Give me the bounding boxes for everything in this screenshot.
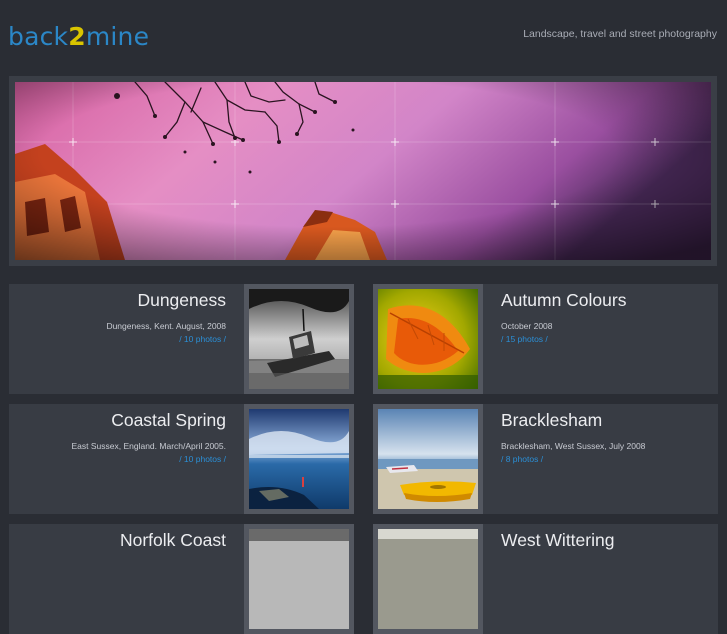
gallery-meta: Dungeness, Kent. August, 2008 bbox=[106, 321, 226, 331]
gallery-thumbnail[interactable] bbox=[373, 404, 483, 514]
gallery-title[interactable]: Bracklesham bbox=[501, 410, 711, 431]
banner-image bbox=[15, 82, 711, 260]
gallery-card-coastal-spring: Coastal Spring East Sussex, England. Mar… bbox=[9, 404, 354, 514]
gallery-photo-count[interactable]: / 10 photos / bbox=[9, 454, 226, 464]
thumbnail-bracklesham bbox=[378, 409, 478, 509]
logo-suffix: mine bbox=[85, 22, 150, 51]
gallery-title[interactable]: West Wittering bbox=[501, 530, 711, 551]
thumbnail-coastal-spring bbox=[249, 409, 349, 509]
gallery-title[interactable]: Coastal Spring bbox=[9, 410, 226, 431]
thumbnail-dungeness bbox=[249, 289, 349, 389]
gallery-thumbnail[interactable] bbox=[373, 284, 483, 394]
gallery-card-autumn-colours: Autumn Colours October 2008 / 15 photos … bbox=[373, 284, 718, 394]
gallery-title[interactable]: Dungeness bbox=[9, 290, 226, 311]
gallery-card-norfolk-coast: Norfolk Coast bbox=[9, 524, 354, 634]
gallery-card-west-wittering: West Wittering bbox=[373, 524, 718, 634]
gallery-photo-count[interactable]: / 15 photos / bbox=[501, 334, 711, 344]
site-header: back2mine Landscape, travel and street p… bbox=[0, 0, 727, 75]
thumbnail-autumn-colours bbox=[378, 289, 478, 389]
gallery-title[interactable]: Autumn Colours bbox=[501, 290, 711, 311]
gallery-meta: October 2008 bbox=[501, 321, 553, 331]
site-tagline: Landscape, travel and street photography bbox=[523, 28, 717, 40]
gallery-info: Dungeness Dungeness, Kent. August, 2008 … bbox=[9, 284, 226, 394]
gallery-thumbnail[interactable] bbox=[244, 404, 354, 514]
gallery-meta: East Sussex, England. March/April 2005. bbox=[71, 441, 227, 451]
site-logo[interactable]: back2mine bbox=[8, 22, 149, 51]
thumbnail-norfolk-coast bbox=[249, 529, 349, 629]
gallery-thumbnail[interactable] bbox=[244, 524, 354, 634]
gallery-info: Autumn Colours October 2008 / 15 photos … bbox=[501, 284, 711, 394]
thumbnail-west-wittering bbox=[378, 529, 478, 629]
gallery-thumbnail[interactable] bbox=[244, 284, 354, 394]
gallery-title[interactable]: Norfolk Coast bbox=[9, 530, 226, 551]
logo-two: 2 bbox=[68, 22, 86, 51]
gallery-photo-count[interactable]: / 10 photos / bbox=[9, 334, 226, 344]
logo-prefix: back bbox=[8, 22, 69, 51]
gallery-photo-count[interactable]: / 8 photos / bbox=[501, 454, 711, 464]
gallery-info: West Wittering bbox=[501, 524, 711, 634]
gallery-thumbnail[interactable] bbox=[373, 524, 483, 634]
gallery-info: Bracklesham Bracklesham, West Sussex, Ju… bbox=[501, 404, 711, 514]
banner-frame bbox=[9, 76, 717, 266]
gallery-info: Norfolk Coast bbox=[9, 524, 226, 634]
gallery-card-bracklesham: Bracklesham Bracklesham, West Sussex, Ju… bbox=[373, 404, 718, 514]
gallery-info: Coastal Spring East Sussex, England. Mar… bbox=[9, 404, 227, 514]
gallery-card-dungeness: Dungeness Dungeness, Kent. August, 2008 … bbox=[9, 284, 354, 394]
gallery-meta: Bracklesham, West Sussex, July 2008 bbox=[501, 441, 646, 451]
